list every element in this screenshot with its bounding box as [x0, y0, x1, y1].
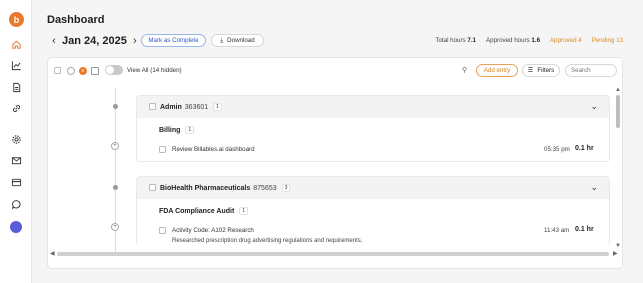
filters-label: Filters: [537, 67, 555, 74]
list-view-icon[interactable]: ≡: [79, 67, 87, 75]
download-icon: ⤓: [220, 36, 224, 44]
brand-logo[interactable]: b: [9, 12, 24, 27]
filter-icon: ☰: [527, 67, 534, 74]
chart-line-icon[interactable]: [10, 59, 22, 71]
approved-hours: Approved hours 1.6: [486, 37, 541, 44]
entry-text[interactable]: Review Billables.ai dashboard: [172, 146, 255, 153]
download-button[interactable]: ⤓ Download: [211, 34, 264, 47]
page-title: Dashboard: [47, 14, 105, 26]
gear-icon[interactable]: [10, 133, 22, 145]
download-label: Download: [227, 37, 255, 44]
entry-checkbox[interactable]: [159, 227, 166, 234]
approved-count[interactable]: Approved 4: [550, 37, 582, 44]
timeline-dot: [113, 104, 118, 109]
view-all-label: View All (14 hidden): [127, 67, 182, 74]
home-icon[interactable]: [10, 38, 22, 50]
add-entry-button[interactable]: Add entry: [476, 64, 518, 77]
task-count-badge: 1: [239, 207, 249, 215]
add-entry-plus-icon[interactable]: +: [111, 142, 119, 150]
client-group-header[interactable]: BioHealth Pharmaceuticals 875653 3 ⌄: [137, 177, 609, 199]
clock-filter-icon[interactable]: [67, 67, 75, 75]
document-icon[interactable]: [10, 81, 22, 93]
hours-summary: Total hours 7.1 Approved hours 1.6 Appro…: [435, 37, 623, 44]
grid-view-icon[interactable]: [91, 67, 99, 75]
key-icon[interactable]: ⚲: [462, 66, 467, 74]
chat-icon[interactable]: [10, 198, 22, 210]
entry-text[interactable]: Activity Code: A102 Research: [172, 227, 254, 234]
client-code: 875653: [253, 185, 277, 192]
scroll-left-icon[interactable]: ◀: [50, 250, 55, 257]
card-icon[interactable]: [10, 176, 22, 188]
entry-count-badge: 3: [281, 184, 291, 192]
client-group-header[interactable]: Admin 363601 1 ⌄: [137, 96, 609, 118]
timeline-dot: [113, 185, 118, 190]
entry-count-badge: 1: [213, 103, 222, 111]
mail-icon[interactable]: [10, 154, 22, 166]
entry-time: 11:43 am: [544, 227, 570, 234]
horizontal-scroll-thumb[interactable]: [57, 252, 609, 256]
search-input[interactable]: [565, 64, 617, 77]
avatar-icon[interactable]: [10, 221, 22, 233]
client-group: Admin 363601 1 ⌄ Billing 1 Review Billables…: [136, 95, 610, 162]
chevron-down-icon[interactable]: ⌄: [590, 182, 598, 193]
group-checkbox[interactable]: [149, 184, 156, 191]
chevron-down-icon[interactable]: ⌄: [590, 101, 598, 112]
sidebar: b: [0, 0, 32, 283]
chevron-left-icon[interactable]: ‹: [49, 35, 59, 47]
view-all-toggle[interactable]: [105, 65, 123, 75]
entry-description: Researched prescription drug advertising…: [172, 238, 363, 244]
task-name: FDA Compliance Audit 1: [159, 207, 249, 215]
pending-count[interactable]: Pending 13: [592, 37, 623, 44]
client-group: BioHealth Pharmaceuticals 875653 3 ⌄ FDA C…: [136, 176, 610, 246]
link-icon[interactable]: [10, 102, 22, 114]
date-navigator: ‹ Jan 24, 2025 ›: [49, 34, 140, 48]
scroll-up-icon[interactable]: ▲: [615, 87, 621, 93]
task-count-badge: 1: [185, 126, 195, 134]
group-checkbox[interactable]: [149, 103, 156, 110]
entry-hours[interactable]: 0.1 hr: [575, 226, 594, 233]
entries-panel: ≡ View All (14 hidden) ⚲ Add entry ☰ Fil…: [47, 57, 623, 269]
add-entry-plus-icon[interactable]: +: [111, 223, 119, 231]
entry-time: 05:35 pm: [544, 146, 570, 153]
select-all-checkbox[interactable]: [54, 67, 61, 74]
client-name: Admin 363601 1: [160, 103, 222, 111]
client-name: BioHealth Pharmaceuticals 875653 3: [160, 184, 291, 192]
task-name: Billing 1: [159, 126, 195, 134]
filters-button[interactable]: ☰ Filters: [522, 64, 560, 77]
chevron-right-icon[interactable]: ›: [130, 35, 140, 47]
vertical-scrollbar[interactable]: ▲ ▼: [614, 87, 622, 252]
total-hours: Total hours 7.1: [435, 37, 476, 44]
horizontal-scrollbar[interactable]: ◀ ▶: [48, 250, 624, 258]
scroll-down-icon[interactable]: ▼: [615, 243, 621, 249]
current-date[interactable]: Jan 24, 2025: [62, 35, 127, 47]
vertical-scroll-thumb[interactable]: [616, 95, 620, 128]
entry-hours[interactable]: 0.1 hr: [575, 145, 594, 152]
entry-checkbox[interactable]: [159, 146, 166, 153]
mark-complete-button[interactable]: Mark as Complete: [141, 34, 206, 47]
entries-toolbar: ≡ View All (14 hidden) ⚲ Add entry ☰ Fil…: [48, 58, 624, 82]
client-code: 363601: [184, 104, 209, 111]
